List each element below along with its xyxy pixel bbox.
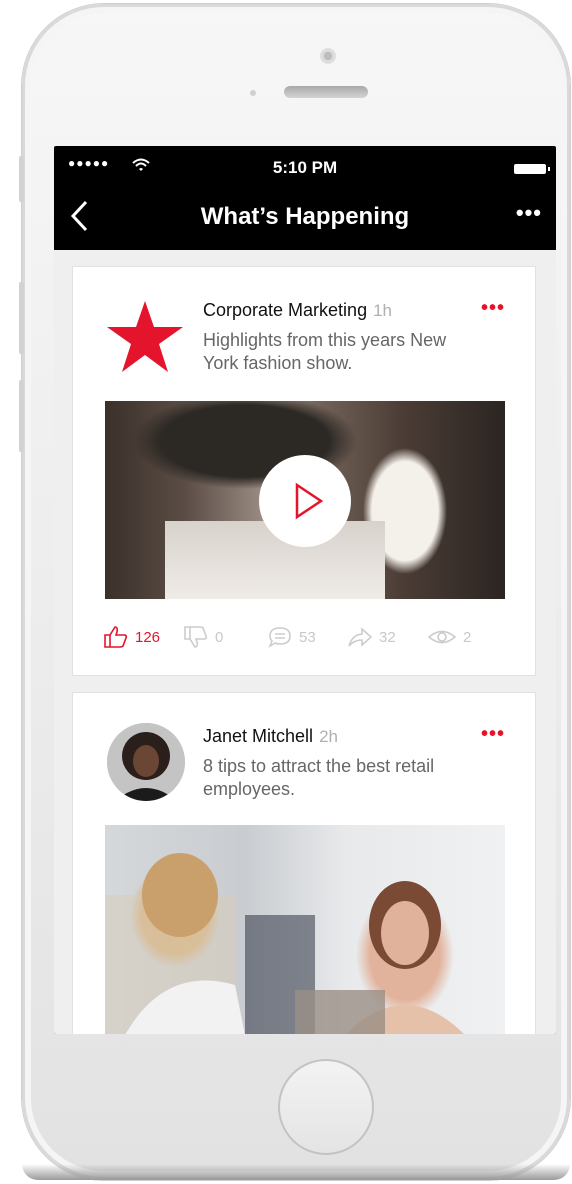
battery-icon (514, 164, 550, 174)
post-image[interactable] (105, 825, 505, 1034)
proximity-sensor (250, 90, 256, 96)
share-count: 32 (379, 628, 396, 646)
post-card[interactable]: Janet Mitchell 2h 8 tips to attract the b… (72, 692, 536, 1034)
dislike-button[interactable]: 0 (183, 625, 223, 649)
earpiece-speaker (284, 86, 368, 98)
view-count: 2 (463, 628, 472, 646)
author-name: Corporate Marketing (203, 300, 368, 320)
post-time: 1h (373, 301, 392, 320)
post-text: Highlights from this years New York fash… (203, 330, 447, 373)
home-button[interactable] (278, 1059, 374, 1155)
status-bar: ●●●●● 5:10 PM (54, 146, 556, 188)
comment-count: 53 (299, 628, 316, 646)
like-icon (104, 626, 128, 648)
post-author[interactable]: Corporate Marketing 1h (203, 300, 392, 321)
avatar[interactable] (107, 723, 185, 801)
dislike-count: 0 (215, 628, 224, 646)
post-card[interactable]: Corporate Marketing 1h Highlights from th… (72, 266, 536, 676)
author-name: Janet Mitchell (203, 726, 314, 746)
post-time: 2h (319, 727, 338, 746)
status-time: 5:10 PM (272, 158, 338, 177)
share-button[interactable]: 32 (347, 625, 396, 649)
comment-button[interactable]: 53 (267, 625, 316, 649)
volume-up-button (19, 282, 24, 354)
navigation-bar: What’s Happening ••• (54, 188, 556, 250)
star-logo-icon (107, 301, 183, 372)
volume-down-button (19, 380, 24, 452)
news-feed[interactable]: Corporate Marketing 1h Highlights from th… (54, 250, 556, 1034)
post-author[interactable]: Janet Mitchell 2h (203, 726, 338, 747)
share-icon (348, 627, 373, 647)
post-text: 8 tips to attract the best retail employ… (203, 756, 435, 799)
post-video[interactable] (105, 401, 505, 599)
avatar-photo (107, 723, 185, 801)
dislike-icon (184, 626, 208, 648)
post-more-button[interactable]: ••• (481, 723, 505, 746)
like-button[interactable]: 126 (103, 625, 160, 649)
post-actions: 126 0 53 32 2 (73, 613, 537, 663)
retail-store-photo (105, 853, 464, 1034)
play-button[interactable] (259, 455, 351, 547)
front-camera (320, 48, 336, 64)
post-more-button[interactable]: ••• (481, 297, 505, 320)
comment-icon (268, 627, 291, 648)
views-icon (427, 630, 457, 644)
more-options-button[interactable]: ••• (516, 200, 542, 226)
mute-switch (19, 156, 24, 202)
play-icon (295, 482, 324, 520)
page-title: What’s Happening (200, 203, 410, 230)
views-indicator: 2 (427, 625, 471, 649)
like-count: 126 (135, 628, 161, 646)
phone-screen: ●●●●● 5:10 PM What’s Happening ••• Corpo… (54, 146, 556, 1034)
